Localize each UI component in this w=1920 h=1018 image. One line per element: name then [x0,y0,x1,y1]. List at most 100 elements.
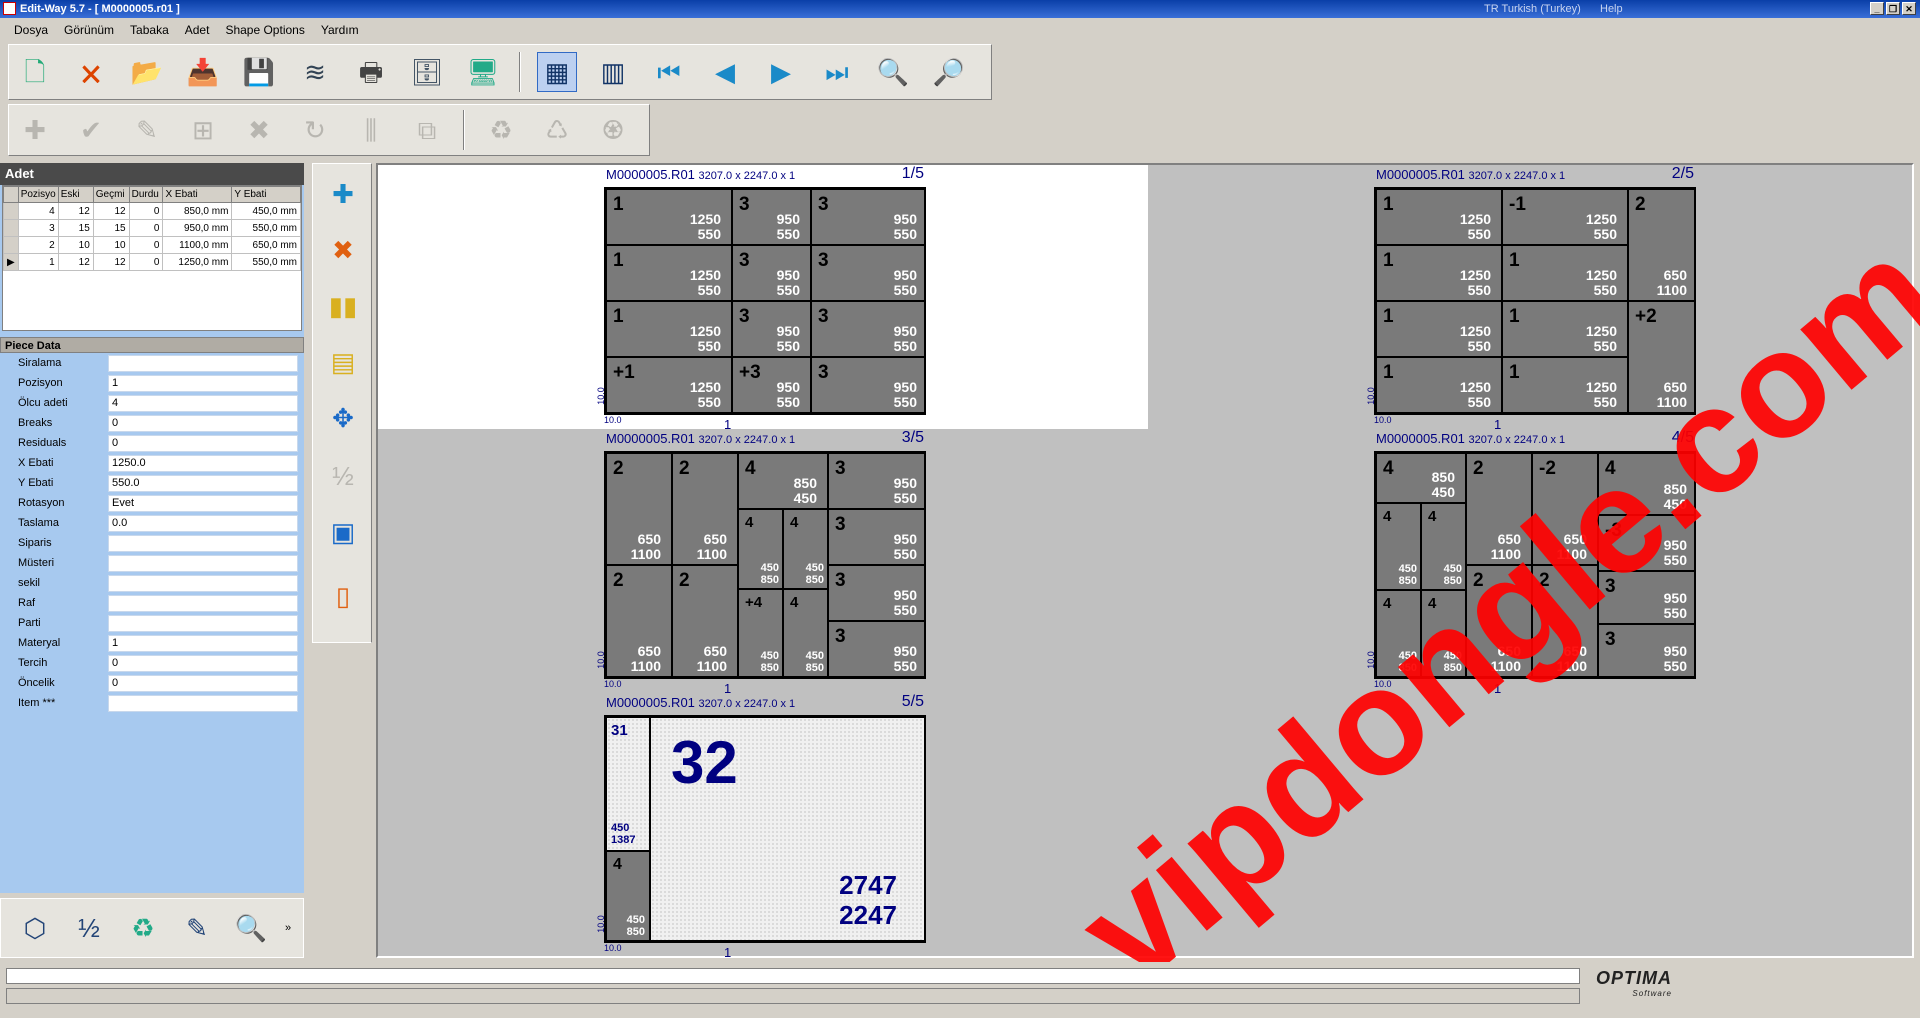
database-icon[interactable]: 🗄 [407,52,447,92]
cut-piece[interactable]: 2 650 1100 [1466,565,1532,677]
sheet-layout-icon[interactable]: ▣ [323,512,363,552]
menu-dosya[interactable]: Dosya [6,18,56,42]
table-cell[interactable]: 15 [57,219,94,237]
print-icon[interactable]: 🖶 [351,52,391,92]
menu-yardim[interactable]: Yardım [313,18,367,42]
sheet-board[interactable]: 1 1250 550 3 950 550 3 950 550 1 1250 550 3 950 550 3 95… [604,187,926,415]
export-icon[interactable]: 🖥 [463,52,503,92]
cut-piece[interactable]: 1 1250 550 [1502,245,1628,301]
cut-piece[interactable]: 2 650 1100 [1532,565,1598,677]
table-cell[interactable]: 550,0 mm [231,253,301,271]
cut-piece[interactable]: +4 450 850 [738,589,783,677]
table-cell[interactable]: 0 [128,202,164,220]
cut-piece[interactable]: 3 950 550 [811,189,924,245]
add-sheet-icon[interactable]: ✚ [323,174,363,214]
table-cell[interactable]: 950,0 mm [162,219,233,237]
waste-area[interactable]: 32 2747 2247 [650,717,924,941]
remnant-piece[interactable]: 31 450 1387 [606,717,650,851]
menu-tabaka[interactable]: Tabaka [122,18,177,42]
rotate-icon[interactable]: ↻ [295,110,335,150]
cut-piece[interactable]: 4 850 450 [1598,453,1694,515]
cut-piece[interactable]: 3 950 550 [828,565,924,621]
cut-piece[interactable]: 1 1250 550 [1502,301,1628,357]
table-cell[interactable]: 12 [92,202,130,220]
language-indicator[interactable]: TR Turkish (Turkey) [1484,0,1581,18]
zoom-out-icon[interactable]: 🔎 [929,52,969,92]
cut-piece[interactable]: 3 950 550 [732,245,811,301]
half-sheet-icon[interactable]: ½ [69,908,109,948]
cut-piece[interactable]: 4 450 850 [1421,503,1466,590]
move-icon[interactable]: ✥ [323,398,363,438]
first-page-icon[interactable]: ⏮ [649,52,689,92]
align-icon[interactable]: ▤ [323,342,363,382]
cut-piece[interactable]: +3 950 550 [732,357,811,413]
split-icon[interactable]: ⫼ [351,110,391,150]
stack-icon[interactable]: ▮▮ [323,286,363,326]
multi-sheet-view-icon[interactable]: ▦ [537,52,577,92]
zoom-in-icon[interactable]: 🔍 [873,52,913,92]
close-button[interactable]: ✕ [1902,2,1916,15]
recycle-icon[interactable]: ♻ [481,110,521,150]
shape-icon[interactable]: ⬡ [15,908,55,948]
cut-piece[interactable]: 1 1250 550 [1376,245,1502,301]
cut-piece[interactable]: 3 950 550 [828,621,924,677]
table-cell[interactable]: 650,0 mm [231,236,301,254]
layers-icon[interactable]: ≋ [295,52,335,92]
table-row[interactable]: ▶ 1 12 12 0 1250,0 mm 550,0 mm [3,253,301,271]
restore-button[interactable]: ❐ [1886,2,1900,15]
menu-adet[interactable]: Adet [177,18,218,42]
open-folder-icon[interactable]: 📂 [127,52,167,92]
print-preview-icon[interactable]: 🔍 [231,908,271,948]
remnant-icon[interactable]: ▯ [323,576,363,616]
last-page-icon[interactable]: ⏭ [817,52,857,92]
cut-piece[interactable]: 1 1250 550 [1376,357,1502,413]
cut-piece[interactable]: 2 650 1100 [1466,453,1532,565]
table-cell[interactable]: 2 [17,236,59,254]
sheet[interactable]: M0000005.R01 3207.0 x 2247.0 x 1 1/5 1 1250… [596,165,926,433]
cut-piece[interactable]: 4 450 850 [1376,590,1421,677]
cut-piece[interactable]: 4 450 850 [1421,590,1466,677]
help-link[interactable]: Help [1600,0,1623,18]
table-cell[interactable]: 0 [128,236,164,254]
cut-piece[interactable]: 4 450 850 [606,851,650,941]
table-cell[interactable]: 1250,0 mm [162,253,233,271]
table-cell[interactable]: 12 [92,253,130,271]
cut-piece[interactable]: 3 950 550 [1598,571,1694,624]
table-cell[interactable]: 10 [57,236,94,254]
cut-piece[interactable]: 3 950 550 [811,245,924,301]
table-row[interactable]: 3 15 15 0 950,0 mm 550,0 mm [3,219,301,237]
field-value[interactable]: 550.0 [108,474,298,492]
col-header[interactable]: X Ebati [162,186,233,203]
cut-piece[interactable]: 1 1250 550 [606,301,732,357]
close-document-icon[interactable]: 🗙 [71,52,111,92]
cut-piece[interactable]: 2 650 1100 [672,565,738,677]
prev-page-icon[interactable]: ◀ [705,52,745,92]
field-value[interactable] [108,574,298,592]
delete-icon[interactable]: ✖ [239,110,279,150]
cut-piece[interactable]: -3 950 550 [1598,515,1694,571]
sheet-board[interactable]: 2 650 1100 2 650 1100 4 850 450 3 950 550 4 450 850 4 45… [604,451,926,679]
cut-piece[interactable]: 2 650 1100 [672,453,738,565]
cut-piece[interactable]: 3 950 550 [732,189,811,245]
table-cell[interactable]: 0 [128,219,164,237]
cut-piece[interactable]: 3 950 550 [1598,624,1694,677]
half-icon[interactable]: ½ [323,456,363,496]
group-icon[interactable]: ⧉ [407,110,447,150]
minimize-button[interactable]: _ [1870,2,1884,15]
cut-piece[interactable]: 2 650 1100 [606,565,672,677]
col-header[interactable]: Pozisyo [17,186,59,203]
field-value[interactable] [108,694,298,712]
sheet[interactable]: M0000005.R01 3207.0 x 2247.0 x 1 3/5 2 650 1… [596,429,926,697]
cut-piece[interactable]: 4 850 450 [1376,453,1466,503]
field-value[interactable]: Evet [108,494,298,512]
import-icon[interactable]: 📥 [183,52,223,92]
more-chevron-icon[interactable]: » [285,922,291,934]
cut-piece[interactable]: 4 450 850 [783,509,828,589]
menu-shape-options[interactable]: Shape Options [217,18,312,42]
field-value[interactable]: 0 [108,414,298,432]
field-value[interactable] [108,534,298,552]
cut-piece[interactable]: 1 1250 550 [1376,301,1502,357]
recycle-add-icon[interactable]: ♺ [537,110,577,150]
table-cell[interactable]: 3 [17,219,59,237]
field-value[interactable] [108,354,298,372]
